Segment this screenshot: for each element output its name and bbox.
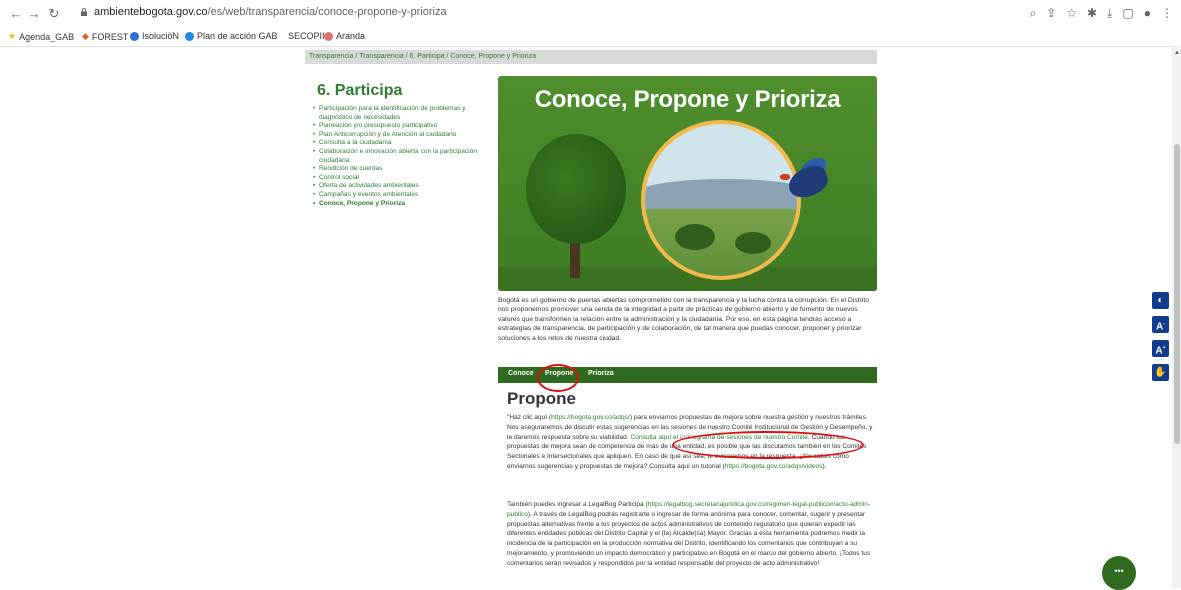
bush-shape — [675, 224, 715, 250]
propone-paragraph-2: También puedes ingresar a LegalBog Parti… — [507, 501, 871, 567]
back-arrow-icon[interactable]: ← — [8, 6, 24, 21]
adqs-link[interactable]: https://bogota.gov.co/adqs/ — [551, 414, 630, 421]
tab-conoce[interactable]: Conoce — [508, 370, 534, 377]
scroll-up-icon[interactable]: ▲ — [1173, 50, 1181, 56]
star-icon[interactable]: ☆ — [1066, 6, 1077, 21]
annotation-circle-cronograma — [672, 431, 864, 459]
avatar[interactable]: ● — [1144, 6, 1151, 21]
reload-icon[interactable]: ↻ — [46, 6, 62, 22]
bookmarks-bar: ★ Agenda_GAB ◆ FOREST IsoluciöN Plan de ac… — [0, 28, 1181, 47]
zoom-icon[interactable]: ⌕ — [1029, 6, 1036, 21]
lock-icon — [81, 8, 87, 16]
sidebar-item-rendicion-cuentas[interactable]: Rendición de cuentas — [312, 165, 492, 174]
isolucion-icon — [130, 31, 139, 41]
diamond-icon: ◆ — [82, 31, 89, 41]
annotation-circle-propone — [537, 364, 579, 392]
section-title: Propone — [507, 389, 576, 408]
menu-icon[interactable]: ⋮ — [1161, 6, 1173, 21]
sidebar-item-planeacion[interactable]: Planeación y/o presupuesto participativo — [312, 122, 492, 131]
sidebar-title: 6. Participa — [317, 82, 403, 99]
sidebar-item-plan-anticorrupcion[interactable]: Plan Anticorrupción y de Atención al ciu… — [312, 131, 492, 140]
bird-beak — [780, 174, 790, 180]
share-icon[interactable]: ⇪ — [1046, 6, 1056, 21]
bookmark-forest[interactable]: ◆ FOREST — [82, 31, 128, 42]
sidebar-menu: Participación para la identificación de … — [312, 105, 492, 208]
tab-prioriza[interactable]: Prioriza — [588, 370, 614, 377]
forward-arrow-icon[interactable]: → — [26, 6, 42, 21]
url-path: /es/web/transparencia/conoce-propone-y-p… — [207, 6, 447, 18]
sidebar-item-participacion-diagnostico[interactable]: Participación para la identificación de … — [312, 105, 492, 122]
address-bar[interactable]: ambientebogota.gov.co/es/web/transparenc… — [94, 6, 447, 18]
sidebar-item-oferta-actividades[interactable]: Oferta de actividades ambientales — [312, 182, 492, 191]
download-icon[interactable]: ⤓ — [1107, 6, 1112, 21]
bookmark-aranda[interactable]: Aranda — [324, 31, 365, 41]
contrast-icon[interactable]: ◐ — [1152, 292, 1169, 309]
scrollbar-thumb[interactable] — [1174, 144, 1180, 444]
breadcrumb[interactable]: Transparencia / Transparencia / 6. Parti… — [305, 50, 877, 64]
landscape-photo — [641, 120, 801, 280]
bookmark-plan-accion[interactable]: Plan de acción GAB — [185, 31, 278, 41]
bookmark-isolucion[interactable]: IsoluciöN — [130, 31, 179, 41]
mountain-shape — [645, 179, 797, 209]
extensions-icon[interactable]: ✱ — [1087, 6, 1097, 21]
hero-title: Conoce, Propone y Prioriza — [534, 86, 841, 113]
browser-toolbar: ← → ↻ ambientebogota.gov.co/es/web/trans… — [0, 0, 1181, 29]
intro-text: Bogotá es un gobierno de puertas abierta… — [498, 297, 870, 342]
sign-language-icon[interactable]: ✋ — [1152, 364, 1169, 381]
sidepanel-icon[interactable]: ▢ — [1122, 6, 1133, 21]
increase-font-icon[interactable]: A+ — [1152, 340, 1169, 357]
tutorial-link[interactable]: https://bogota.gov.co/adqs/videos — [725, 463, 823, 470]
star-icon: ★ — [8, 31, 17, 41]
bush-shape — [735, 232, 771, 254]
sidebar-item-control-social[interactable]: Control social — [312, 174, 492, 183]
bookmark-agenda[interactable]: ★ Agenda_GAB — [8, 31, 74, 42]
aranda-icon — [324, 31, 333, 41]
url-domain: ambientebogota.gov.co — [94, 6, 208, 18]
sidebar-item-campanas[interactable]: Campañas y eventos ambientales — [312, 191, 492, 200]
browser-actions: ⌕ ⇪ ☆ ✱ ⤓ ▢ ● ⋮ — [1029, 6, 1173, 21]
bookmark-secopii[interactable]: SECOPII — [288, 31, 325, 41]
chat-bubble-icon[interactable]: ••• — [1102, 556, 1136, 590]
sidebar-item-colaboracion[interactable]: Colaboración e innovación abierta con la… — [312, 148, 492, 165]
decrease-font-icon[interactable]: A- — [1152, 316, 1169, 333]
tree-illustration — [526, 134, 626, 244]
cloud-icon — [185, 31, 194, 41]
sidebar-item-consulta-ciudadania[interactable]: Consulta a la ciudadanía — [312, 139, 492, 148]
hero-banner: Conoce, Propone y Prioriza — [498, 76, 877, 291]
sidebar-item-conoce-propone-prioriza[interactable]: Conoce, Propone y Prioriza — [312, 200, 492, 209]
